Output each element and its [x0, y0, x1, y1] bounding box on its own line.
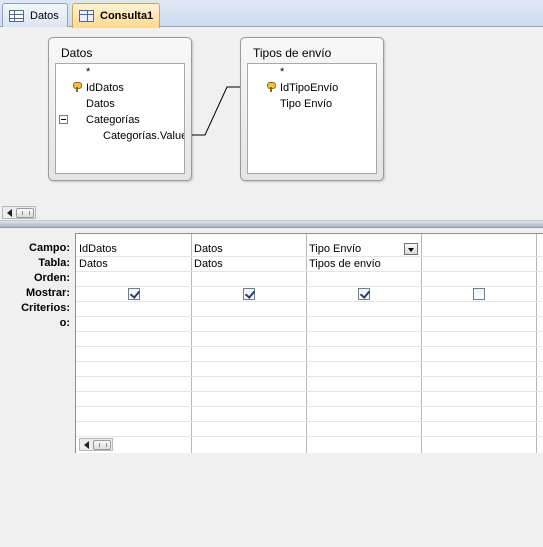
- query-icon: [79, 10, 94, 22]
- field-all[interactable]: *: [86, 64, 90, 80]
- row-divider: [76, 436, 543, 437]
- field-categorias-value[interactable]: Categorías.Value: [103, 128, 184, 144]
- scroll-left-icon[interactable]: [7, 209, 12, 217]
- campo-cell[interactable]: IdDatos: [76, 242, 191, 257]
- row-label-tabla: Tabla:: [38, 257, 70, 269]
- table-title: Tipos de envío: [253, 46, 332, 60]
- row-divider: [76, 301, 543, 302]
- tabla-cell[interactable]: Datos: [191, 257, 306, 272]
- tab-label: Consulta1: [100, 10, 154, 22]
- grid-horizontal-scrollbar[interactable]: [79, 438, 113, 451]
- tab-datos[interactable]: Datos: [2, 3, 68, 27]
- document-tab-bar: Datos Consulta1: [0, 0, 543, 28]
- campo-cell[interactable]: [421, 242, 536, 257]
- orden-cell[interactable]: [76, 272, 191, 287]
- field-tipo-envio[interactable]: Tipo Envío: [280, 96, 332, 112]
- row-divider: [76, 316, 543, 317]
- row-label-mostrar: Mostrar:: [25, 287, 70, 299]
- field-datos[interactable]: Datos: [86, 96, 115, 112]
- field-list[interactable]: * IdTipoEnvío Tipo Envío: [247, 63, 377, 174]
- table-box-tipos-de-envio[interactable]: Tipos de envío * IdTipoEnvío Tipo Envío: [240, 37, 384, 181]
- scroll-thumb[interactable]: [16, 208, 34, 218]
- row-divider: [76, 346, 543, 347]
- row-label-o: o:: [59, 317, 70, 329]
- mostrar-checkbox[interactable]: [473, 288, 485, 300]
- query-design-grid[interactable]: IdDatos Datos Datos Datos Tipo Envío Tip…: [75, 233, 543, 453]
- table-box-datos[interactable]: Datos * IdDatos Datos Categorías Categor…: [48, 37, 192, 181]
- row-divider: [76, 391, 543, 392]
- upper-horizontal-scrollbar[interactable]: [2, 206, 36, 219]
- field-idtipoenvio[interactable]: IdTipoEnvío: [280, 80, 338, 96]
- row-divider: [76, 376, 543, 377]
- mostrar-checkbox[interactable]: [243, 288, 255, 300]
- field-all[interactable]: *: [280, 64, 284, 80]
- field-list[interactable]: * IdDatos Datos Categorías Categorías.Va…: [55, 63, 185, 174]
- row-divider: [76, 406, 543, 407]
- row-divider: [76, 421, 543, 422]
- scroll-left-icon[interactable]: [84, 441, 89, 449]
- row-label-orden: Orden:: [33, 272, 70, 284]
- pane-splitter[interactable]: [0, 220, 543, 228]
- key-icon: [267, 82, 276, 92]
- tabla-cell[interactable]: [421, 257, 536, 272]
- mostrar-checkbox[interactable]: [128, 288, 140, 300]
- tabla-cell[interactable]: Datos: [76, 257, 191, 272]
- row-label-campo: Campo:: [29, 242, 70, 254]
- field-iddatos[interactable]: IdDatos: [86, 80, 124, 96]
- tabla-cell[interactable]: Tipos de envío: [306, 257, 421, 272]
- key-icon: [73, 82, 82, 92]
- row-divider: [76, 361, 543, 362]
- collapse-icon[interactable]: [59, 115, 68, 124]
- table-title: Datos: [61, 46, 93, 60]
- orden-cell[interactable]: [306, 272, 421, 287]
- row-divider: [76, 331, 543, 332]
- mostrar-checkbox[interactable]: [358, 288, 370, 300]
- tab-label: Datos: [30, 9, 59, 22]
- scroll-thumb[interactable]: [93, 440, 111, 450]
- field-categorias[interactable]: Categorías: [86, 112, 140, 128]
- tab-consulta1[interactable]: Consulta1: [72, 3, 160, 28]
- orden-cell[interactable]: [191, 272, 306, 287]
- table-icon: [9, 9, 24, 22]
- campo-cell[interactable]: Datos: [191, 242, 306, 257]
- row-label-criterios: Criterios:: [21, 302, 70, 314]
- chevron-down-icon[interactable]: [404, 243, 418, 255]
- query-design-pane[interactable]: Datos * IdDatos Datos Categorías Categor…: [0, 28, 543, 219]
- query-grid-pane: Campo: Tabla: Orden: Mostrar: Criterios:…: [0, 228, 543, 547]
